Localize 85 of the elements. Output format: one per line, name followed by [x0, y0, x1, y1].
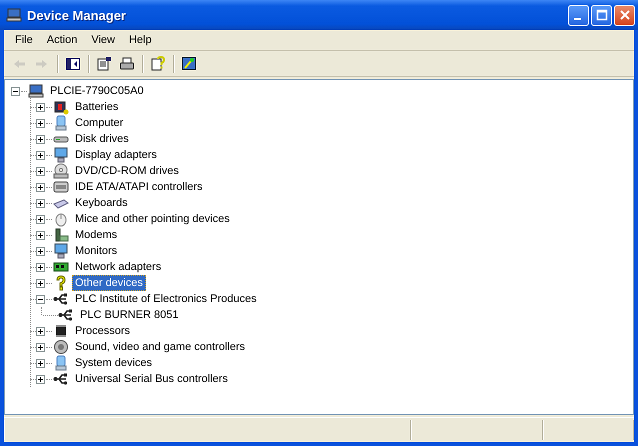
- plus-icon: [37, 216, 44, 222]
- tree-item[interactable]: Mice and other pointing devices: [72, 211, 233, 227]
- expand-toggle[interactable]: [36, 262, 45, 272]
- panel-icon: [65, 56, 81, 72]
- plus-icon: [37, 264, 44, 270]
- tree-item[interactable]: PLC Institute of Electronics Produces: [72, 291, 260, 307]
- usb-icon: [53, 371, 69, 387]
- collapse-toggle[interactable]: [36, 294, 45, 304]
- usb-icon: [53, 291, 69, 307]
- tree-item[interactable]: Other devices: [72, 275, 146, 291]
- plus-icon: [37, 136, 44, 142]
- tree-item[interactable]: Computer: [72, 115, 126, 131]
- menu-item[interactable]: File: [8, 32, 40, 48]
- expand-toggle[interactable]: [36, 182, 45, 192]
- expand-toggle[interactable]: [36, 326, 45, 336]
- plus-icon: [37, 360, 44, 366]
- expand-toggle[interactable]: [36, 102, 45, 112]
- tree-item[interactable]: PLC BURNER 8051: [77, 307, 182, 323]
- minimize-button[interactable]: [568, 4, 589, 26]
- collapse-toggle[interactable]: [11, 86, 20, 96]
- modem-icon: [53, 227, 69, 243]
- tree-item[interactable]: Keyboards: [72, 195, 131, 211]
- maximize-icon: [596, 9, 608, 21]
- expand-toggle[interactable]: [36, 358, 45, 368]
- plus-icon: [37, 376, 44, 382]
- tree-item[interactable]: Universal Serial Bus controllers: [72, 371, 231, 387]
- computer-icon: [6, 7, 22, 23]
- tree-item[interactable]: Processors: [72, 323, 134, 339]
- expand-toggle[interactable]: [36, 246, 45, 256]
- expand-toggle[interactable]: [36, 214, 45, 224]
- printer-icon: [119, 56, 135, 72]
- expand-toggle[interactable]: [36, 150, 45, 160]
- plus-icon: [37, 104, 44, 110]
- monitor-icon: [53, 147, 69, 163]
- expand-toggle[interactable]: [36, 278, 45, 288]
- plus-icon: [37, 120, 44, 126]
- tree-item[interactable]: Sound, video and game controllers: [72, 339, 248, 355]
- battery-icon: [53, 99, 69, 115]
- plus-icon: [37, 328, 44, 334]
- tree-item[interactable]: System devices: [72, 355, 156, 371]
- maximize-button[interactable]: [591, 4, 612, 26]
- tree-item[interactable]: PLCIE-7790C05A0: [47, 83, 147, 99]
- cd-drive-icon: [53, 163, 69, 179]
- tree-item[interactable]: Display adapters: [72, 147, 160, 163]
- plus-icon: [37, 152, 44, 158]
- tree-item[interactable]: Modems: [72, 227, 120, 243]
- computer-icon: [53, 115, 69, 131]
- speaker-icon: [53, 339, 69, 355]
- menu-item[interactable]: Help: [122, 32, 159, 48]
- expand-toggle[interactable]: [36, 198, 45, 208]
- expand-toggle[interactable]: [36, 118, 45, 128]
- mouse-icon: [53, 211, 69, 227]
- plus-icon: [37, 232, 44, 238]
- expand-toggle[interactable]: [36, 230, 45, 240]
- plus-icon: [37, 344, 44, 350]
- minimize-icon: [574, 18, 580, 20]
- plus-icon: [37, 248, 44, 254]
- tree-item[interactable]: IDE ATA/ATAPI controllers: [72, 179, 206, 195]
- scan-hardware-icon: [181, 56, 197, 72]
- usb-icon: [58, 307, 74, 323]
- monitor-icon: [53, 243, 69, 259]
- plus-icon: [37, 168, 44, 174]
- close-button[interactable]: [614, 4, 635, 26]
- tree-item[interactable]: Batteries: [72, 99, 122, 115]
- menu-item[interactable]: View: [84, 32, 122, 48]
- tree-item[interactable]: Disk drives: [72, 131, 132, 147]
- menu-item[interactable]: Action: [40, 32, 84, 48]
- help-icon: [150, 56, 166, 72]
- window-title: Device Manager: [27, 8, 127, 22]
- plus-icon: [37, 200, 44, 206]
- drive-controller-icon: [53, 179, 69, 195]
- computer-icon: [28, 83, 44, 99]
- tree-item[interactable]: Network adapters: [72, 259, 164, 275]
- expand-toggle[interactable]: [36, 166, 45, 176]
- plus-icon: [37, 184, 44, 190]
- close-icon: [618, 9, 630, 21]
- expand-toggle[interactable]: [36, 342, 45, 352]
- tree-item[interactable]: Monitors: [72, 243, 120, 259]
- plus-icon: [37, 280, 44, 286]
- computer-icon: [53, 355, 69, 371]
- tree-item[interactable]: DVD/CD-ROM drives: [72, 163, 182, 179]
- chip-icon: [53, 323, 69, 339]
- expand-toggle[interactable]: [36, 374, 45, 384]
- properties-icon: [96, 56, 112, 72]
- expand-toggle[interactable]: [36, 134, 45, 144]
